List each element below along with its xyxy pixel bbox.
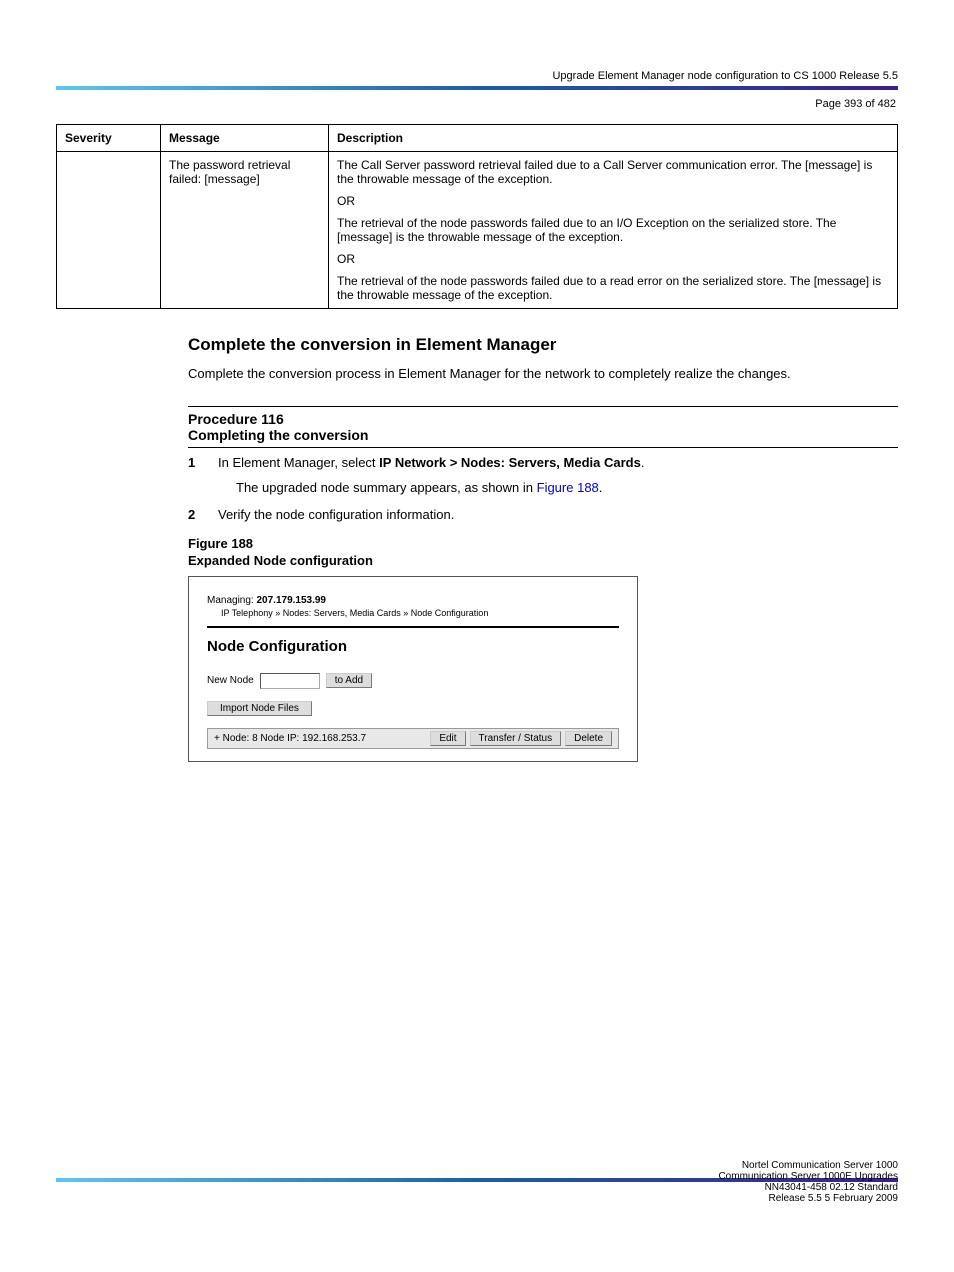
page-label-prefix: Page <box>815 98 844 110</box>
footer-line: Nortel Communication Server 1000 <box>56 1160 898 1171</box>
cell-message: The password retrieval failed: [message] <box>161 152 329 309</box>
step-text-segment: The upgraded node summary appears, as sh… <box>236 480 537 495</box>
footer-line: NN43041-458 02.12 Standard <box>56 1182 898 1193</box>
th-message: Message <box>161 125 329 152</box>
new-node-label: New Node <box>207 675 254 686</box>
figure-title: Expanded Node configuration <box>188 553 373 568</box>
desc-line: The retrieval of the node passwords fail… <box>337 216 889 244</box>
screenshot-node-config: Managing: 207.179.153.99 IP Telephony » … <box>188 576 638 762</box>
table-header-row: Severity Message Description <box>57 125 898 152</box>
new-node-row: New Node to Add <box>207 673 619 689</box>
edit-button[interactable]: Edit <box>430 731 465 746</box>
desc-line: OR <box>337 252 889 266</box>
step: 2 Verify the node configuration informat… <box>188 506 898 525</box>
th-severity: Severity <box>57 125 161 152</box>
section-heading: Complete the conversion in Element Manag… <box>188 335 898 355</box>
footer-line: Release 5.5 5 February 2009 <box>56 1193 898 1204</box>
footer-line: Communication Server 1000E Upgrades <box>56 1171 898 1182</box>
managing-line: Managing: 207.179.153.99 <box>207 595 619 606</box>
cell-severity <box>57 152 161 309</box>
figure-caption: Figure 188 Expanded Node configuration <box>188 536 898 570</box>
step-number: 1 <box>188 454 204 498</box>
section-para: Complete the conversion process in Eleme… <box>188 365 898 384</box>
step-text-segment: . <box>641 455 645 470</box>
node-row-buttons: Edit Transfer / Status Delete <box>430 731 612 746</box>
section: Complete the conversion in Element Manag… <box>188 335 898 762</box>
procedure-number: Procedure 116 <box>188 411 284 427</box>
step-text: Verify the node configuration informatio… <box>218 506 454 525</box>
node-summary-row: + Node: 8 Node IP: 192.168.253.7 Edit Tr… <box>207 728 619 749</box>
header-gradient-bar <box>56 86 898 90</box>
procedure-name: Completing the conversion <box>188 427 368 443</box>
step-text: In Element Manager, select IP Network > … <box>218 454 644 498</box>
to-add-button[interactable]: to Add <box>326 673 372 688</box>
figure-ref-link[interactable]: Figure 188 <box>537 480 599 495</box>
step-bold: IP Network > Nodes: Servers, Media Cards <box>379 455 641 470</box>
procedure-steps: 1 In Element Manager, select IP Network … <box>188 454 898 525</box>
desc-line: The Call Server password retrieval faile… <box>337 158 889 186</box>
th-description: Description <box>329 125 898 152</box>
managing-label: Managing: <box>207 595 254 606</box>
page-label-number: 393 <box>844 98 862 110</box>
step: 1 In Element Manager, select IP Network … <box>188 454 898 498</box>
new-node-input[interactable] <box>260 673 320 689</box>
step-text-segment: . <box>599 480 603 495</box>
desc-line: OR <box>337 194 889 208</box>
page-label-of: of 482 <box>862 98 896 110</box>
step-text-segment: In Element Manager, select <box>218 455 379 470</box>
transfer-status-button[interactable]: Transfer / Status <box>470 731 562 746</box>
procedure-title: Procedure 116 Completing the conversion <box>188 406 898 448</box>
screenshot-heading: Node Configuration <box>207 638 619 655</box>
desc-line: The retrieval of the node passwords fail… <box>337 274 889 302</box>
managing-ip: 207.179.153.99 <box>256 595 326 606</box>
parameter-table: Severity Message Description The passwor… <box>56 124 898 309</box>
import-node-files-button[interactable]: Import Node Files <box>207 701 312 716</box>
figure-number: Figure 188 <box>188 536 253 551</box>
delete-button[interactable]: Delete <box>565 731 612 746</box>
table-row: The password retrieval failed: [message]… <box>57 152 898 309</box>
import-row: Import Node Files <box>207 701 619 716</box>
header-title: Upgrade Element Manager node configurati… <box>56 70 898 82</box>
page-number: Page 393 of 482 <box>56 98 898 110</box>
page-container: Upgrade Element Manager node configurati… <box>0 0 954 1272</box>
node-row-label[interactable]: + Node: 8 Node IP: 192.168.253.7 <box>214 733 366 744</box>
step-number: 2 <box>188 506 204 525</box>
step-subtext: The upgraded node summary appears, as sh… <box>236 479 644 498</box>
divider <box>207 626 619 628</box>
cell-description: The Call Server password retrieval faile… <box>329 152 898 309</box>
breadcrumb: IP Telephony » Nodes: Servers, Media Car… <box>221 608 619 618</box>
footer-text: Nortel Communication Server 1000 Communi… <box>56 1160 898 1204</box>
